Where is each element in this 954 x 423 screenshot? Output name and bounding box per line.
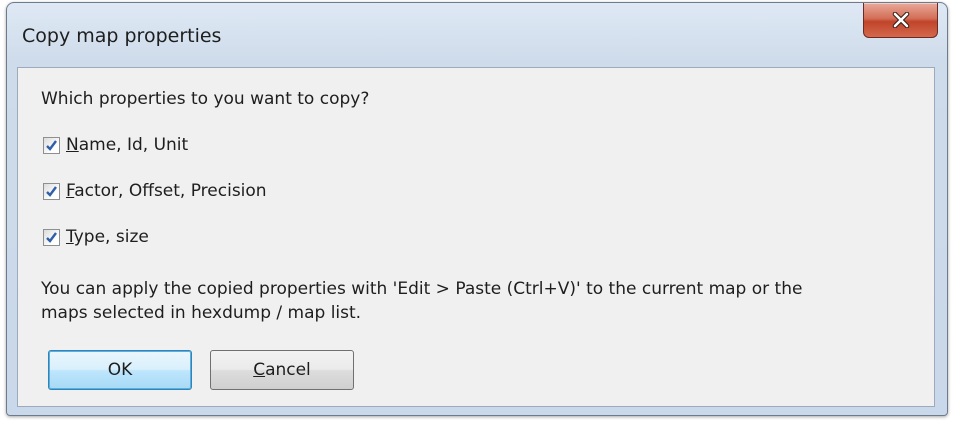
accelerator-key: T	[66, 227, 74, 247]
checkbox-box[interactable]	[43, 182, 60, 200]
label-text: ype, size	[73, 227, 149, 247]
checkbox-box[interactable]	[43, 136, 60, 154]
checkbox-label[interactable]: Name, Id, Unit	[66, 135, 188, 155]
checkmark-icon	[46, 185, 57, 197]
checkbox-factor-offset-precision[interactable]: Factor, Offset, Precision	[43, 179, 267, 203]
window-title: Copy map properties	[22, 25, 222, 47]
cancel-label-text: ancel	[265, 360, 311, 380]
prompt-text: Which properties to you want to copy?	[41, 89, 370, 109]
info-text: You can apply the copied properties with…	[41, 277, 921, 325]
title-bar[interactable]: Copy map properties	[7, 3, 947, 67]
checkbox-box[interactable]	[43, 228, 60, 246]
close-x-icon	[892, 12, 909, 28]
accelerator-key: C	[253, 360, 266, 380]
checkmark-icon	[46, 139, 57, 151]
cancel-button-label: Cancel	[253, 360, 311, 380]
checkmark-icon	[46, 231, 57, 243]
checkbox-type-size[interactable]: Type, size	[43, 225, 149, 249]
checkbox-label[interactable]: Factor, Offset, Precision	[66, 181, 267, 201]
label-text: actor, Offset, Precision	[74, 181, 267, 201]
cancel-button[interactable]: Cancel	[210, 350, 354, 390]
ok-button-label: OK	[107, 360, 133, 380]
dialog-window: Copy map properties Which properties to …	[6, 2, 948, 416]
checkbox-name-id-unit[interactable]: Name, Id, Unit	[43, 133, 188, 157]
dialog-body: Which properties to you want to copy? Na…	[17, 67, 935, 407]
accelerator-key: N	[66, 135, 79, 155]
ok-button[interactable]: OK	[48, 350, 192, 390]
info-line-2: maps selected in hexdump / map list.	[41, 303, 362, 323]
info-line-1: You can apply the copied properties with…	[41, 279, 803, 299]
label-text: ame, Id, Unit	[78, 135, 189, 155]
checkbox-label[interactable]: Type, size	[66, 227, 149, 247]
accelerator-key: F	[66, 181, 75, 201]
close-button[interactable]	[863, 3, 938, 38]
